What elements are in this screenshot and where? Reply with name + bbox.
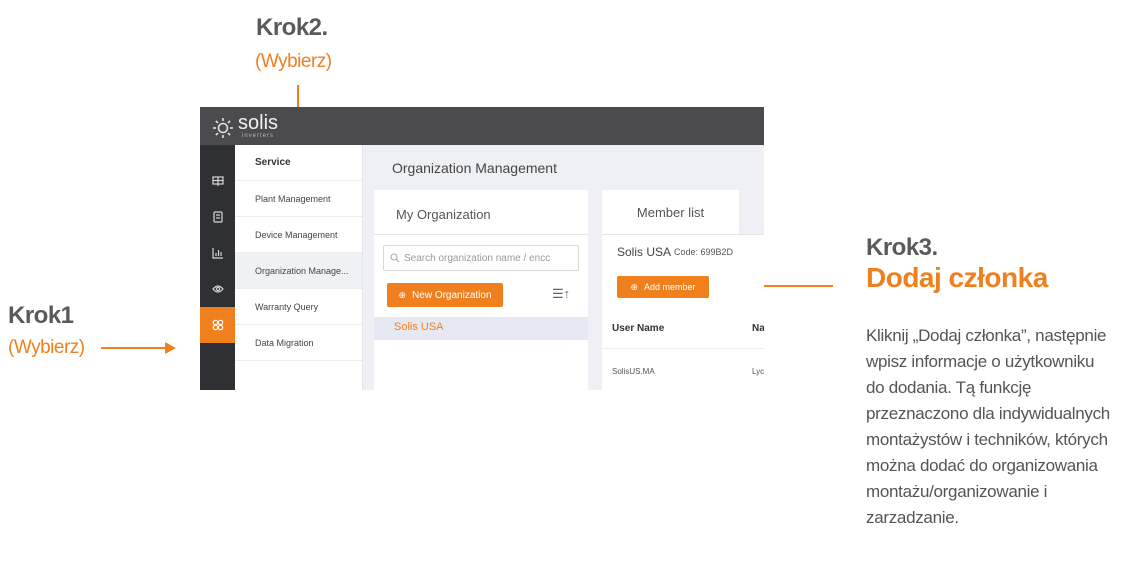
description-line: Kliknij „Dodaj członka”, następnie: [866, 326, 1107, 345]
description-line: przeznaczono dla indywidualnych: [866, 404, 1110, 423]
add-member-button[interactable]: ⊕ Add member: [617, 276, 709, 298]
menu-item-plant-management[interactable]: Plant Management: [235, 181, 362, 217]
selected-organization-name: Solis USA: [617, 245, 672, 259]
tab-member-list[interactable]: Member list: [602, 190, 739, 234]
column-header-user-name[interactable]: User Name: [612, 323, 664, 334]
step1-arrow-line: [101, 347, 167, 349]
member-list-panel: Member list Solis USA Code: 699B2D ⊕ Add…: [602, 190, 764, 390]
column-header-name[interactable]: Na: [752, 323, 764, 334]
step2-title: Krok2.: [256, 14, 328, 41]
divider: [374, 234, 588, 235]
service-menu: Service Plant Management Device Manageme…: [235, 145, 363, 390]
service-icon[interactable]: [200, 307, 235, 343]
description-line: zarzadzanie.: [866, 508, 959, 527]
sort-icon[interactable]: ☰↑: [552, 286, 570, 302]
plus-circle-icon: ⊕: [398, 289, 407, 300]
logo-subtext: inverters: [242, 133, 275, 139]
menu-item-data-migration[interactable]: Data Migration: [235, 325, 362, 361]
inactive-tab-area: [739, 190, 764, 234]
table-cell-name: Lyc: [752, 367, 764, 376]
table-cell-user-name: SolisUS.MA: [612, 367, 655, 376]
description-line: do dodania. Tą funkcję: [866, 378, 1032, 397]
button-label: New Organization: [412, 289, 492, 301]
step3-subtitle: Dodaj członka: [866, 262, 1048, 293]
step1-title: Krok1: [8, 302, 74, 329]
description-line: wpisz informacje o użytkowniku: [866, 352, 1095, 371]
organization-list-item[interactable]: Solis USA: [374, 317, 588, 340]
organization-name: Solis USA: [394, 321, 444, 333]
search-placeholder: Search organization name / encc: [404, 252, 551, 264]
my-organization-panel: My Organization Search organization name…: [374, 190, 588, 390]
organization-code: Code: 699B2D: [674, 247, 734, 257]
step1-subtitle: (Wybierz): [8, 337, 85, 358]
map-icon[interactable]: [200, 163, 235, 199]
divider: [602, 234, 764, 235]
button-label: Add member: [644, 282, 696, 292]
logo-text: solis: [238, 112, 279, 134]
icon-sidebar: [200, 145, 235, 390]
sun-icon: [213, 118, 233, 138]
divider: [602, 348, 764, 349]
menu-header-service: Service: [235, 145, 362, 181]
menu-item-organization-management[interactable]: Organization Manage...: [235, 253, 362, 289]
eye-icon[interactable]: [200, 271, 235, 307]
chart-icon[interactable]: [200, 235, 235, 271]
new-organization-button[interactable]: ⊕ New Organization: [387, 283, 503, 307]
step2-subtitle: (Wybierz): [255, 51, 332, 72]
step3-title: Krok3.: [866, 234, 938, 261]
step3-description: Kliknij „Dodaj członka”, następnie wpisz…: [866, 323, 1148, 531]
top-bar: solis inverters: [200, 107, 764, 145]
organization-search-input[interactable]: Search organization name / encc: [383, 245, 579, 271]
app-window: solis inverters Service Plant Management…: [200, 107, 764, 390]
menu-item-warranty-query[interactable]: Warranty Query: [235, 289, 362, 325]
panel-title: My Organization: [396, 207, 491, 222]
plus-circle-icon: ⊕: [630, 281, 638, 292]
page-title: Organization Management: [392, 160, 557, 176]
description-line: montażystów i techników, których: [866, 430, 1108, 449]
device-icon[interactable]: [200, 199, 235, 235]
search-icon: [390, 253, 400, 263]
menu-item-device-management[interactable]: Device Management: [235, 217, 362, 253]
description-line: montażu/organizowanie i: [866, 482, 1048, 501]
description-line: można dodać do organizowania: [866, 456, 1098, 475]
step1-arrow-head: [165, 342, 176, 354]
